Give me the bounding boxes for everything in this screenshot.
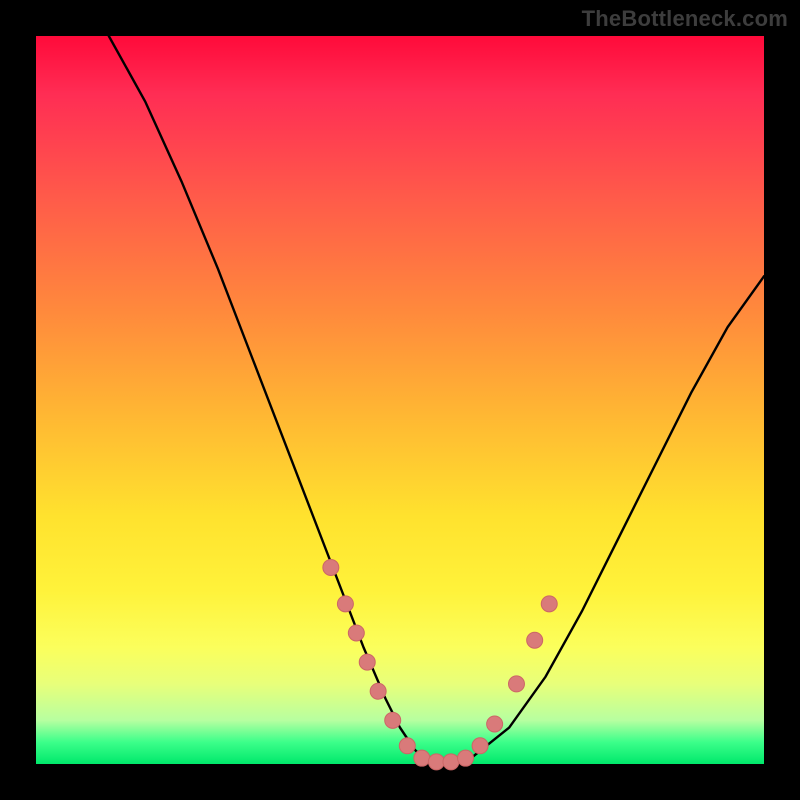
curve-marker xyxy=(337,596,353,612)
curve-marker xyxy=(359,654,375,670)
curve-marker xyxy=(472,738,488,754)
curve-marker xyxy=(508,676,524,692)
curve-marker xyxy=(428,754,444,770)
curve-marker xyxy=(370,683,386,699)
curve-marker xyxy=(348,625,364,641)
curve-marker xyxy=(385,712,401,728)
watermark-text: TheBottleneck.com xyxy=(582,6,788,32)
curve-marker xyxy=(399,738,415,754)
curve-svg xyxy=(36,36,764,764)
curve-marker xyxy=(487,716,503,732)
chart-frame: TheBottleneck.com xyxy=(0,0,800,800)
bottleneck-curve xyxy=(109,36,764,764)
curve-marker xyxy=(323,559,339,575)
plot-area xyxy=(36,36,764,764)
curve-markers xyxy=(323,559,557,769)
curve-marker xyxy=(541,596,557,612)
curve-marker xyxy=(458,750,474,766)
curve-marker xyxy=(527,632,543,648)
curve-marker xyxy=(414,750,430,766)
curve-marker xyxy=(443,754,459,770)
